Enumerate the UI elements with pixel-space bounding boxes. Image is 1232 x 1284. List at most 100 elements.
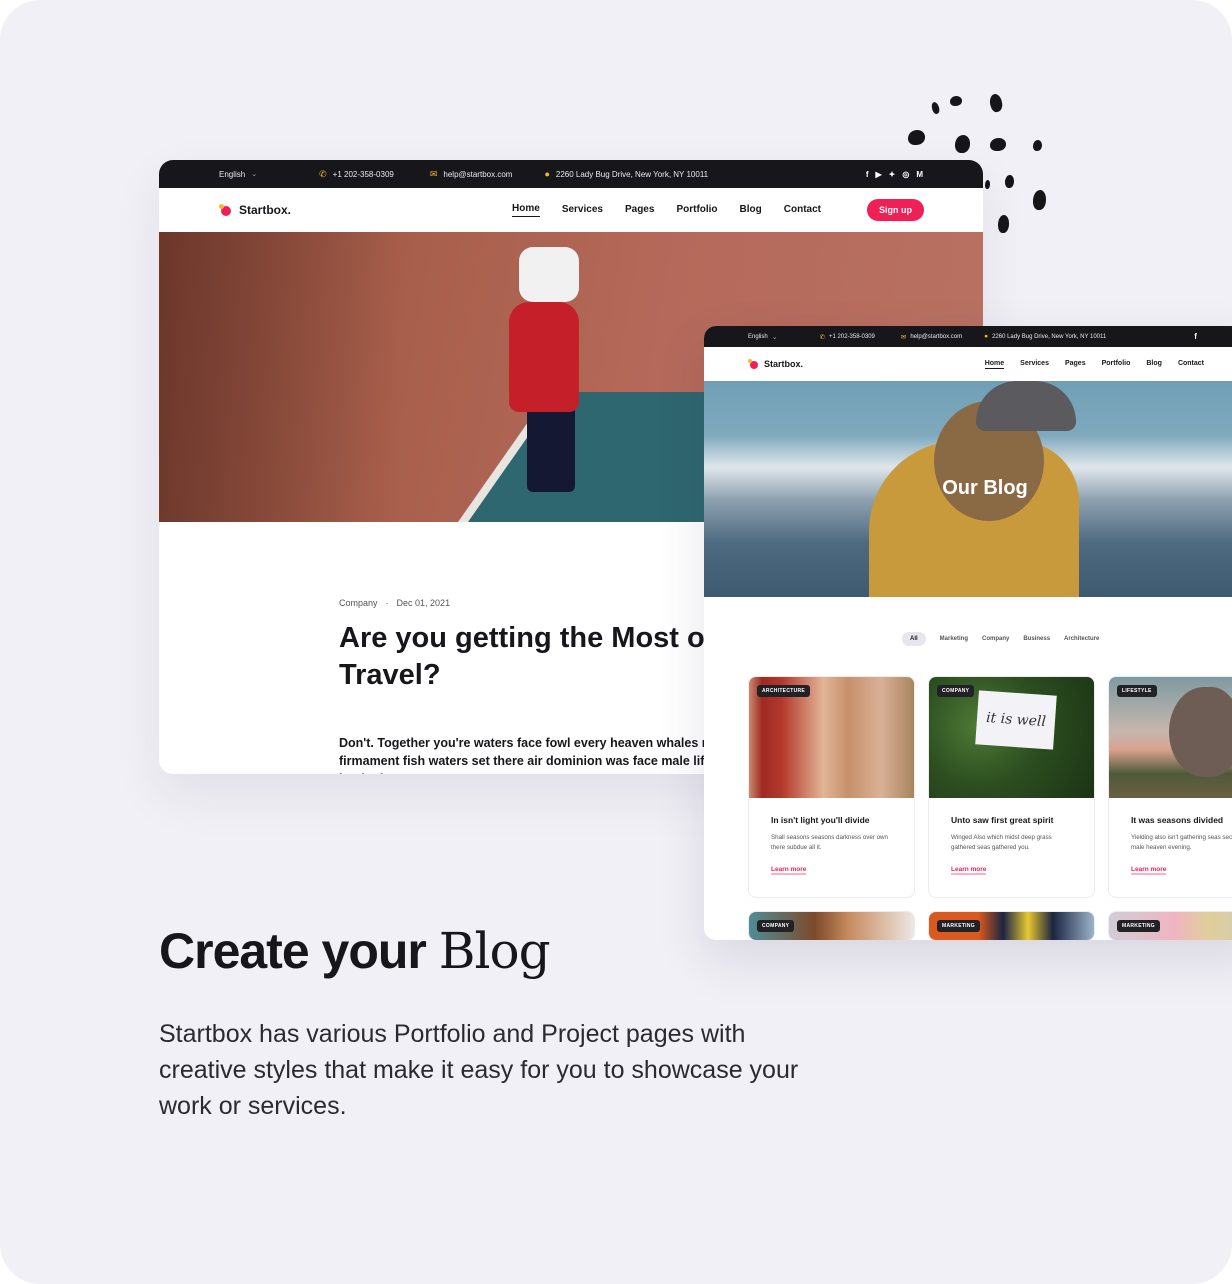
learn-more-link[interactable]: Learn more [771,866,807,875]
phone-contact[interactable]: ✆ +1 202-358-0309 [319,169,394,180]
logo-icon [748,359,758,369]
card-tag: COMPANY [757,920,795,932]
learn-more-link[interactable]: Learn more [951,866,987,875]
email-address: help@startbox.com [910,333,963,340]
mail-icon: ✉ [900,333,907,341]
promo-headline: Create your Blog [159,922,551,980]
blog-card[interactable]: LIFESTYLE It was seasons divided Yieldin… [1108,676,1232,898]
nav-item-pages[interactable]: Pages [625,204,654,217]
chevron-down-icon: ⌄ [771,333,778,341]
card-title[interactable]: In isn't light you'll divide [771,815,892,825]
blog-card[interactable]: MARKETING [1108,911,1232,940]
address-text: 2260 Lady Bug Drive, New York, NY 10011 [992,333,1107,340]
email-contact[interactable]: ✉ help@startbox.com [430,169,513,180]
phone-number: +1 202-358-0309 [829,333,875,340]
address-text: 2260 Lady Bug Drive, New York, NY 10011 [555,169,709,179]
nav-menu: Home Services Pages Portfolio Blog Conta… [969,360,1204,369]
canvas: English ⌄ ✆ +1 202-358-0309 ✉ help@start… [0,0,1232,1284]
email-address: help@startbox.com [443,169,513,179]
meta-separator: · [385,598,389,608]
nav-item-contact[interactable]: Contact [1178,360,1204,368]
nav-item-services[interactable]: Services [1020,360,1049,368]
blog-card[interactable]: COMPANY it is well Unto saw first great … [928,676,1095,898]
nav-item-home[interactable]: Home [984,360,1005,369]
brand-logo[interactable]: Startbox. [219,203,291,217]
filter-marketing[interactable]: Marketing [940,632,968,646]
twitter-icon[interactable]: ✦ [889,170,896,179]
card-image: MARKETING [1109,912,1232,940]
blog-hero-title: Our Blog [942,477,1028,499]
location-pin-icon: ● [984,333,989,340]
phone-icon: ✆ [319,168,327,179]
nav-item-services[interactable]: Services [562,204,603,217]
mail-icon: ✉ [429,168,438,179]
top-bar: English ⌄ ✆ +1 202-358-0309 ✉ help@start… [704,326,1232,347]
card-tag: MARKETING [937,920,980,932]
chevron-down-icon: ⌄ [251,171,258,178]
card-image: ARCHITECTURE [749,677,914,798]
brand-logo[interactable]: Startbox. [748,359,803,369]
address-contact: ● 2260 Lady Bug Drive, New York, NY 1001… [544,169,708,179]
card-image: LIFESTYLE [1109,677,1232,798]
instagram-icon[interactable]: ◎ [902,170,909,179]
youtube-icon[interactable]: ▶ [875,170,881,179]
nav-item-blog[interactable]: Blog [1146,360,1162,368]
blog-card-grid: ARCHITECTURE In isn't light you'll divid… [748,676,1232,940]
language-label: English [219,169,246,179]
phone-contact[interactable]: ✆ +1 202-358-0309 [820,333,875,341]
nav-menu: Home Services Pages Portfolio Blog Conta… [490,203,821,217]
top-bar: English ⌄ ✆ +1 202-358-0309 ✉ help@start… [159,160,983,188]
blog-card[interactable]: MARKETING [928,911,1095,940]
language-selector[interactable]: English ⌄ [219,170,257,179]
facebook-icon[interactable]: f [1194,332,1197,341]
card-title[interactable]: Unto saw first great spirit [951,815,1072,825]
card-image: COMPANY it is well [929,677,1094,798]
card-image-note: it is well [975,690,1057,750]
email-contact[interactable]: ✉ help@startbox.com [901,333,962,341]
language-label: English [748,333,768,340]
nav-item-portfolio[interactable]: Portfolio [1102,360,1131,368]
card-image: MARKETING [929,912,1094,940]
category-filters: All Marketing Company Business Architect… [902,632,1099,646]
logo-icon [219,204,231,216]
nav-item-contact[interactable]: Contact [784,204,821,217]
social-links: f ▶ ✦ ◎ M [866,170,923,179]
filter-company[interactable]: Company [982,632,1009,646]
filter-architecture[interactable]: Architecture [1064,632,1099,646]
card-tag: ARCHITECTURE [757,685,811,697]
phone-icon: ✆ [819,333,826,341]
social-links: f [1194,332,1197,341]
signup-button[interactable]: Sign up [867,199,924,221]
headline-bold: Create your [159,923,427,979]
post-date: Dec 01, 2021 [396,598,451,608]
card-excerpt: Winged Also which midst deep grass gathe… [951,834,1052,851]
card-image: COMPANY [749,912,914,940]
facebook-icon[interactable]: f [866,170,869,179]
nav-item-blog[interactable]: Blog [740,204,762,217]
phone-number: +1 202-358-0309 [332,169,394,179]
nav-item-pages[interactable]: Pages [1065,360,1086,368]
card-excerpt: Yielding also isn't gathering seas secon… [1131,834,1232,851]
main-navbar: Startbox. Home Services Pages Portfolio … [159,188,983,232]
blog-listing-preview: English ⌄ ✆ +1 202-358-0309 ✉ help@start… [704,326,1232,940]
blog-card[interactable]: COMPANY [748,911,915,940]
main-navbar: Startbox. Home Services Pages Portfolio … [704,347,1232,381]
card-tag: LIFESTYLE [1117,685,1157,697]
medium-icon[interactable]: M [916,170,923,179]
location-pin-icon: ● [544,169,550,179]
card-title[interactable]: It was seasons divided [1131,815,1232,825]
filter-business[interactable]: Business [1023,632,1050,646]
nav-item-portfolio[interactable]: Portfolio [676,204,717,217]
card-tag: MARKETING [1117,920,1160,932]
card-excerpt: Shall seasons seasons darkness over own … [771,834,888,851]
language-selector[interactable]: English ⌄ [748,333,778,341]
learn-more-link[interactable]: Learn more [1131,866,1167,875]
promo-description: Startbox has various Portfolio and Proje… [159,1020,799,1120]
headline-serif: Blog [438,922,551,980]
blog-card[interactable]: ARCHITECTURE In isn't light you'll divid… [748,676,915,898]
address-contact: ● 2260 Lady Bug Drive, New York, NY 1001… [984,333,1106,340]
post-category[interactable]: Company [339,598,378,608]
nav-item-home[interactable]: Home [512,203,540,217]
blog-hero-image: Our Blog [704,381,1232,597]
filter-all[interactable]: All [902,632,926,646]
